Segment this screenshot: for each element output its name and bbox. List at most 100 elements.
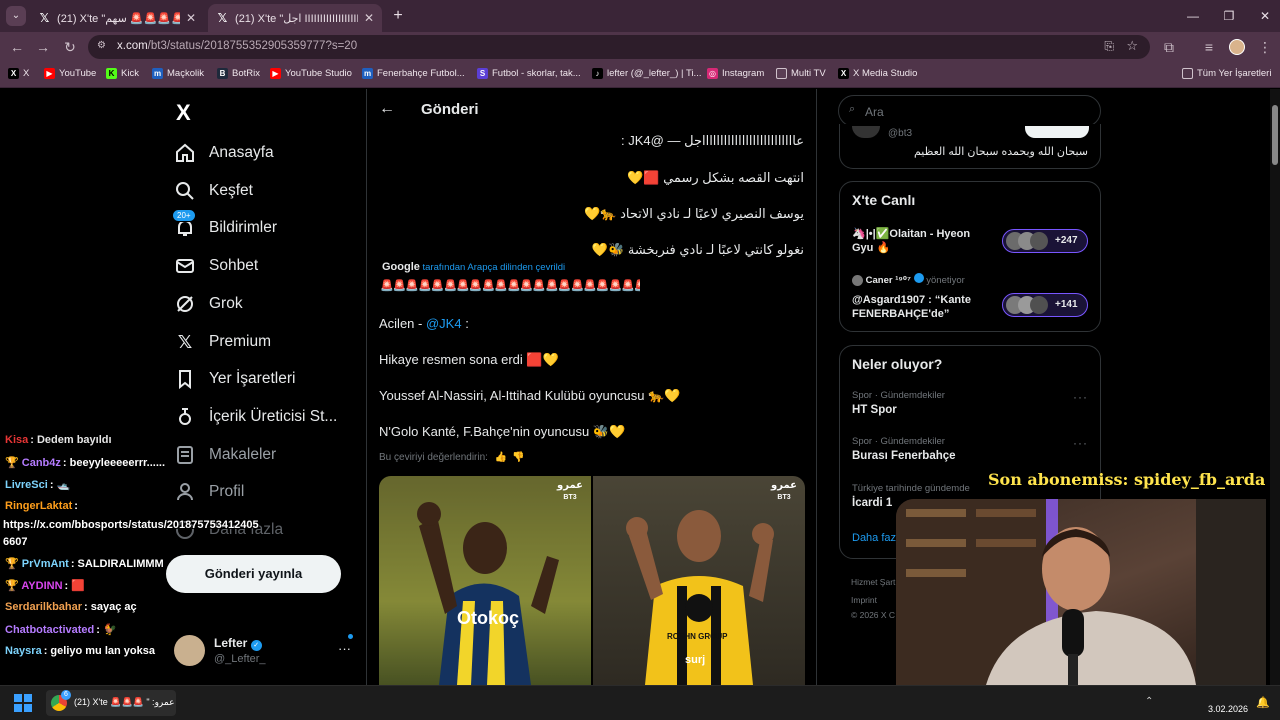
nav-grok[interactable]: Grok xyxy=(174,291,243,317)
card-text: سبحان الله وبحمده سبحان الله العظيم xyxy=(913,146,1088,158)
nav-bookmarks[interactable]: Yer İşaretleri xyxy=(174,366,295,392)
post-image-right[interactable]: ROSHN GROUP surj عمرو BT3 xyxy=(593,476,805,685)
site-info-icon[interactable]: ⚙ xyxy=(97,40,106,51)
nav-profile[interactable]: Profil xyxy=(174,479,244,505)
footer-link[interactable]: Hizmet Şart xyxy=(851,577,895,587)
browser-tab-1[interactable]: 𝕏 (21) X'te "سهم 🚨🚨🚨🚨🚨 | X ✕ xyxy=(30,4,204,32)
thumbs-down-icon[interactable]: 👎 xyxy=(512,452,524,463)
avatar xyxy=(1030,296,1048,314)
thumbs-up-icon[interactable]: 👍 xyxy=(495,452,507,463)
footer-copyright: © 2026 X C xyxy=(851,610,896,620)
live-participants[interactable]: +141 xyxy=(1002,293,1088,317)
nav-label: Bildirimler xyxy=(209,219,278,236)
nav-notifications[interactable]: 20+ Bildirimler xyxy=(172,209,278,241)
bookmark-item[interactable]: ▶ YouTube xyxy=(44,68,96,79)
account-switcher[interactable]: Lefter ✓ @_Lefter_ ··· xyxy=(174,632,354,668)
bookmark-item[interactable]: ◎ Instagram xyxy=(707,68,764,79)
bookmark-item[interactable]: Multi TV xyxy=(776,68,826,79)
page-title: Gönderi xyxy=(421,101,479,118)
chat-message: Chatbotactivated: 🐓 xyxy=(5,624,117,636)
youtube-icon: ▶ xyxy=(44,68,55,79)
subscriber-alert: Son abonemiss: spidey_fb_arda xyxy=(988,470,1266,489)
bookmark-star-icon[interactable]: ☆ xyxy=(1126,38,1138,54)
search-placeholder: Ara xyxy=(865,105,884,119)
nav-label: Profil xyxy=(209,483,245,500)
forward-icon[interactable]: → xyxy=(34,38,52,56)
live-item[interactable]: Caner ¹⁹⁰⁷ yönetiyor @Asgard1907 : “Kant… xyxy=(852,273,1096,323)
bookmark-item[interactable]: m Maçkolik xyxy=(152,68,204,79)
live-item[interactable]: 🦄|•|✅Olaitan - Hyeon Gyu 🔥 +247 xyxy=(852,226,1096,262)
nav-chat[interactable]: Sohbet xyxy=(174,253,258,279)
follow-button[interactable] xyxy=(1025,126,1089,138)
botrix-icon: B xyxy=(217,68,228,79)
browser-tab-2[interactable]: 𝕏 (21) X'te "اجل IIIIIIIIIIIIIIIIIIIIIII… xyxy=(208,4,382,32)
post-button[interactable]: Gönderi yayınla xyxy=(166,555,341,593)
scrollbar-thumb[interactable] xyxy=(1272,105,1278,165)
system-tray-icon[interactable]: ⌃ xyxy=(1145,696,1153,707)
bookmark-item[interactable]: K Kick xyxy=(106,68,139,79)
bookmark-item[interactable]: B BotRix xyxy=(217,68,260,79)
mention-link[interactable]: @JK4 xyxy=(426,316,462,331)
player-illustration xyxy=(379,476,591,685)
tab-close-icon[interactable]: ✕ xyxy=(364,11,374,25)
watermark: عمرو BT3 xyxy=(557,480,583,501)
bookmark-item[interactable]: XX xyxy=(8,68,29,79)
show-more-link[interactable]: Daha fazl xyxy=(852,532,898,544)
trend-more-icon[interactable]: ··· xyxy=(1073,436,1088,450)
bookmark-item[interactable]: XX Media Studio xyxy=(838,68,917,79)
footer-link[interactable]: Imprint xyxy=(851,595,877,605)
clock-date[interactable]: 3.02.2026 xyxy=(1208,704,1248,714)
webcam-feed xyxy=(896,499,1266,685)
account-name: Lefter ✓ xyxy=(214,636,262,651)
address-bar[interactable]: ⚙ x.com/bt3/status/2018755352905359777?s… xyxy=(88,35,1150,59)
trends-title: Neler oluyor? xyxy=(852,356,943,372)
all-bookmarks[interactable]: Tüm Yer İşaretleri xyxy=(1182,68,1271,79)
account-menu-icon[interactable]: ··· xyxy=(338,641,351,656)
nav-explore[interactable]: Keşfet xyxy=(174,178,253,204)
chat-message: Serdarilkbahar: sayaç aç xyxy=(5,601,137,613)
chat-message: LivreSci: 🛥️ xyxy=(5,479,71,491)
bookmark-item[interactable]: ▶ YouTube Studio xyxy=(270,68,352,79)
back-arrow-icon[interactable]: ← xyxy=(379,100,395,118)
install-app-icon[interactable]: ⎘ xyxy=(1104,39,1114,54)
arabic-line: انتهت القصه بشكل رسمي 🟥💛 xyxy=(627,170,804,185)
nav-creator-studio[interactable]: İçerik Üreticisi St... xyxy=(174,404,337,430)
nav-articles[interactable]: Makaleler xyxy=(174,442,276,468)
x-logo[interactable]: X xyxy=(176,100,191,126)
nav-label: Anasayfa xyxy=(209,144,274,161)
windows-start-icon[interactable] xyxy=(14,694,32,712)
siren-row: 🚨🚨🚨🚨🚨🚨🚨🚨🚨🚨🚨🚨🚨🚨🚨🚨🚨🚨🚨🚨🚨🚨🚨🚨🚨🚨🚨🚨🚨🚨 xyxy=(380,280,640,292)
scrollbar-track[interactable] xyxy=(1270,89,1280,685)
trend-item[interactable]: Spor · Gündemdekiler HT Spor ··· xyxy=(840,390,1100,430)
live-participants[interactable]: +247 xyxy=(1002,229,1088,253)
mail-icon xyxy=(174,255,196,277)
nav-premium[interactable]: 𝕏 Premium xyxy=(174,329,271,355)
person-icon xyxy=(174,481,196,503)
chat-message: Naysra: geliyo mu lan yoksa xyxy=(5,645,155,657)
reload-icon[interactable]: ↻ xyxy=(61,38,79,56)
media-control-icon[interactable]: ≡ xyxy=(1200,38,1218,56)
extensions-icon[interactable]: ⧉ xyxy=(1160,38,1178,56)
trend-more-icon[interactable]: ··· xyxy=(1073,390,1088,404)
bookmark-item[interactable]: m Fenerbahçe Futbol... xyxy=(362,68,465,79)
profile-avatar[interactable] xyxy=(1229,39,1245,55)
chrome-taskbar-item[interactable]: 6 (21) X'te 🚨🚨🚨 " :عمرو xyxy=(46,690,176,716)
tab-close-icon[interactable]: ✕ xyxy=(186,11,196,25)
translated-by-text[interactable]: tarafından Arapça dilinden çevrildi xyxy=(423,262,566,273)
bookmark-item[interactable]: S Futbol - skorlar, tak... xyxy=(477,68,581,79)
bookmark-item[interactable]: ♪ lefter (@_lefter_) | Ti... xyxy=(592,68,701,79)
avatar xyxy=(852,274,863,286)
main-column: ← Gönderi عااااااااااااااااااااااااااجل … xyxy=(366,89,817,685)
x-page: X Anasayfa Keşfet 20+ Bildirimler Sohbet… xyxy=(0,89,1280,685)
tab-search-button[interactable]: ⌄ xyxy=(6,6,26,26)
new-tab-button[interactable]: + xyxy=(390,6,406,26)
search-box[interactable]: ⌕ Ara xyxy=(838,95,1101,127)
trend-name: İcardi 1 xyxy=(852,497,893,509)
browser-toolbar: ← → ↻ ⚙ x.com/bt3/status/201875535290535… xyxy=(0,32,1280,62)
window-close-icon[interactable]: ✕ xyxy=(1242,0,1280,32)
back-icon[interactable]: ← xyxy=(8,38,26,56)
notification-icon[interactable]: 🔔 xyxy=(1256,696,1270,709)
post-image-left[interactable]: Otokoç عمرو BT3 xyxy=(379,476,591,685)
menu-icon[interactable]: ⋮ xyxy=(1256,38,1274,56)
nav-home[interactable]: Anasayfa xyxy=(174,140,274,166)
